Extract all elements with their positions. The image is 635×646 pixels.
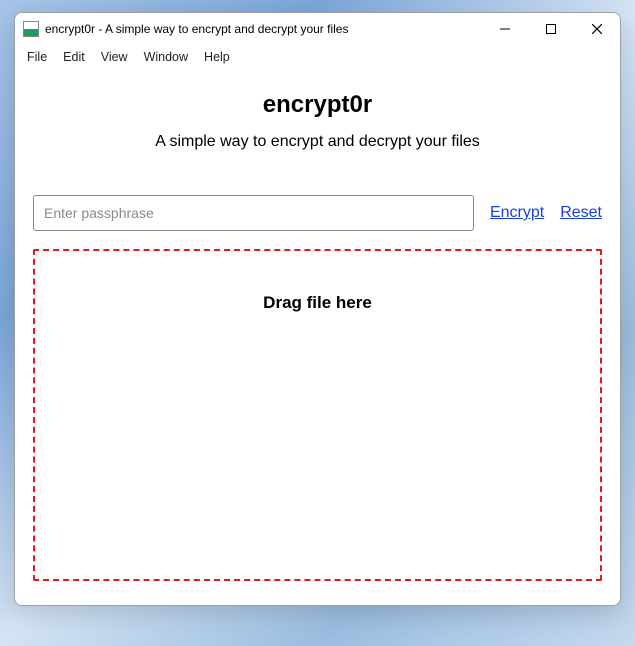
- reset-link[interactable]: Reset: [560, 204, 602, 222]
- page-subtitle: A simple way to encrypt and decrypt your…: [33, 133, 602, 151]
- menu-window[interactable]: Window: [136, 48, 196, 66]
- maximize-button[interactable]: [528, 13, 574, 45]
- minimize-icon: [500, 24, 510, 34]
- menu-file[interactable]: File: [19, 48, 55, 66]
- window-controls: [482, 13, 620, 45]
- menu-edit[interactable]: Edit: [55, 48, 93, 66]
- maximize-icon: [546, 24, 556, 34]
- app-icon: [23, 21, 39, 37]
- titlebar: encrypt0r - A simple way to encrypt and …: [15, 13, 620, 45]
- dropzone-label: Drag file here: [35, 293, 600, 313]
- close-icon: [592, 24, 602, 34]
- menu-help[interactable]: Help: [196, 48, 238, 66]
- window-title: encrypt0r - A simple way to encrypt and …: [45, 22, 482, 36]
- controls-row: Encrypt Reset: [33, 195, 602, 231]
- encrypt-link[interactable]: Encrypt: [490, 204, 544, 222]
- menubar: File Edit View Window Help: [15, 45, 620, 69]
- page-title: encrypt0r: [33, 91, 602, 119]
- content-area: encrypt0r A simple way to encrypt and de…: [15, 69, 620, 605]
- close-button[interactable]: [574, 13, 620, 45]
- minimize-button[interactable]: [482, 13, 528, 45]
- passphrase-input[interactable]: [33, 195, 474, 231]
- app-window: encrypt0r - A simple way to encrypt and …: [14, 12, 621, 606]
- file-dropzone[interactable]: Drag file here: [33, 249, 602, 581]
- menu-view[interactable]: View: [93, 48, 136, 66]
